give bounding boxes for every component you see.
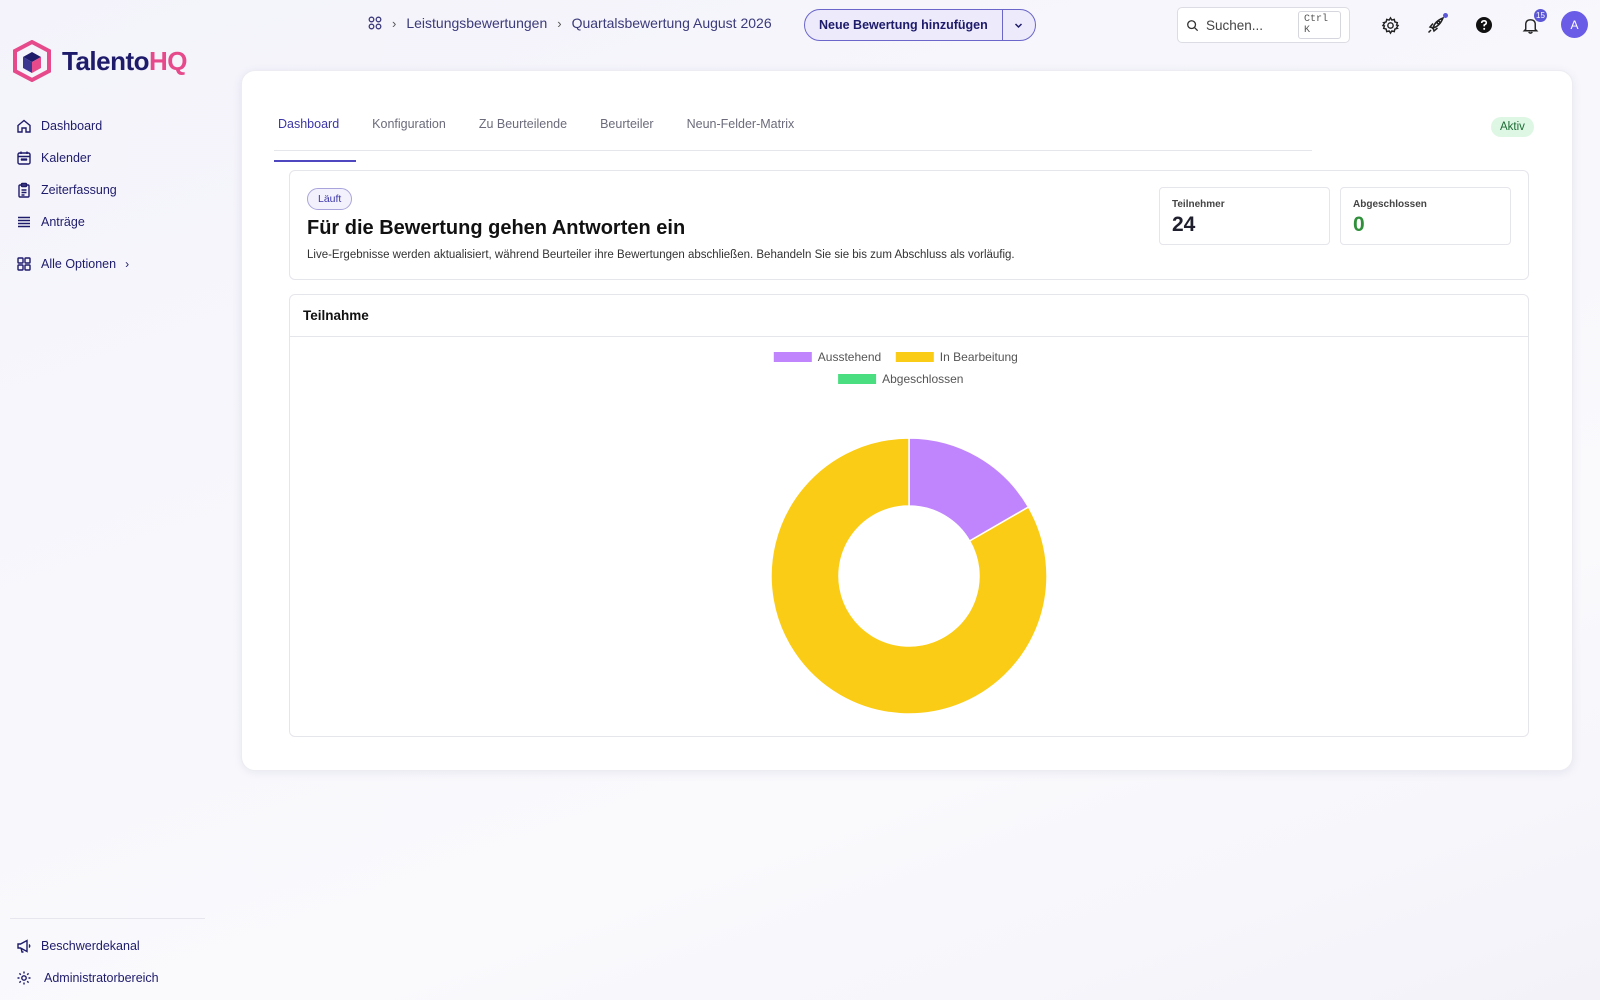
add-evaluation-split-button: Neue Bewertung hinzufügen: [804, 9, 1036, 41]
stat-label: Abgeschlossen: [1353, 199, 1427, 210]
grid-icon: [17, 257, 31, 271]
chevron-right-icon: ›: [125, 257, 130, 271]
help-button[interactable]: [1473, 14, 1495, 36]
summary-panel: Läuft Für die Bewertung gehen Antworten …: [289, 170, 1529, 280]
search-input[interactable]: [1205, 17, 1291, 33]
breadcrumb: › Leistungsbewertungen › Quartalsbewertu…: [368, 15, 772, 31]
legend-label: Abgeschlossen: [882, 372, 963, 386]
sidebar-item-zeiterfassung[interactable]: Zeiterfassung: [16, 174, 129, 206]
sidebar-item-administratorbereich[interactable]: Administratorbereich: [16, 962, 159, 994]
add-evaluation-button[interactable]: Neue Bewertung hinzufügen: [805, 10, 1002, 40]
summary-description: Live-Ergebnisse werden aktualisiert, wäh…: [307, 249, 1015, 261]
sidebar-divider: [10, 918, 205, 919]
rocket-badge: [1443, 13, 1448, 18]
sidebar-item-antraege[interactable]: Anträge: [16, 206, 129, 238]
notifications-button[interactable]: 15: [1519, 9, 1547, 36]
tab-zu-beurteilende[interactable]: Zu Beurteilende: [479, 109, 584, 150]
bottom-nav: Beschwerdekanal Administratorbereich: [16, 930, 159, 994]
status-badge: Aktiv: [1491, 117, 1534, 137]
legend-item[interactable]: In Bearbeitung: [895, 350, 1018, 364]
rocket-icon: [1427, 16, 1445, 34]
search-box[interactable]: Ctrl K: [1177, 7, 1350, 43]
settings-button[interactable]: [1379, 14, 1401, 36]
stack-icon: [18, 216, 30, 228]
chevron-down-icon: [1015, 22, 1023, 28]
add-evaluation-dropdown-button[interactable]: [1001, 10, 1035, 40]
sidebar-item-dashboard[interactable]: Dashboard: [16, 110, 129, 142]
sidebar-item-beschwerdekanal[interactable]: Beschwerdekanal: [16, 930, 159, 962]
megaphone-icon: [17, 939, 31, 953]
summary-title: Für die Bewertung gehen Antworten ein: [307, 217, 686, 239]
logo[interactable]: TalentoHQ: [12, 40, 188, 82]
main-nav: Dashboard Kalender Zeiterfassung Anträge…: [16, 110, 129, 280]
clipboard-icon: [18, 182, 30, 198]
stat-value: 0: [1353, 213, 1365, 236]
chart-card-title: Teilnahme: [290, 295, 1528, 337]
legend-label: In Bearbeitung: [940, 350, 1018, 364]
gear-icon: [1381, 16, 1399, 34]
legend-item[interactable]: Abgeschlossen: [838, 372, 963, 386]
breadcrumb-separator-icon: ›: [392, 15, 397, 31]
stat-participants: Teilnehmer 24: [1159, 187, 1330, 245]
avatar[interactable]: A: [1561, 11, 1588, 38]
tab-beurteiler[interactable]: Beurteiler: [600, 109, 671, 150]
home-icon: [17, 119, 31, 133]
legend-swatch: [895, 352, 934, 362]
calendar-icon: [17, 151, 31, 165]
legend-swatch: [838, 374, 877, 384]
sidebar-item-kalender[interactable]: Kalender: [16, 142, 129, 174]
search-icon: [1187, 19, 1199, 31]
tab-konfiguration[interactable]: Konfiguration: [372, 109, 463, 150]
rocket-button[interactable]: [1425, 13, 1448, 36]
main-card: Dashboard Konfiguration Zu Beurteilende …: [241, 70, 1573, 771]
participation-donut-chart: Ausstehend In Bearbeitung Abgeschlossen: [770, 350, 1048, 715]
participation-card: Teilnahme Ausstehend In Bearbeitung Abgesc…: [289, 294, 1529, 737]
sidebar: TalentoHQ Dashboard Kalender Zeiterfassu…: [0, 0, 210, 1000]
tab-bar: Dashboard Konfiguration Zu Beurteilende …: [274, 109, 1312, 162]
stat-label: Teilnehmer: [1172, 199, 1225, 210]
tab-neun-felder-matrix[interactable]: Neun-Felder-Matrix: [687, 109, 812, 150]
cube-logo-icon: [13, 40, 51, 82]
running-badge: Läuft: [307, 188, 353, 210]
legend-item[interactable]: Ausstehend: [773, 350, 881, 364]
apps-icon[interactable]: [368, 16, 382, 30]
breadcrumb-current[interactable]: Quartalsbewertung August 2026: [572, 15, 772, 31]
search-shortcut: Ctrl K: [1297, 11, 1341, 39]
brand-name: TalentoHQ: [62, 45, 188, 76]
breadcrumb-item[interactable]: Leistungsbewertungen: [406, 15, 547, 31]
stat-value: 24: [1172, 213, 1196, 236]
help-icon: [1476, 17, 1492, 33]
legend-label: Ausstehend: [818, 350, 881, 364]
stat-completed: Abgeschlossen 0: [1340, 187, 1511, 245]
sidebar-item-all-options[interactable]: Alle Optionen ›: [16, 248, 129, 280]
notifications-badge: 15: [1534, 9, 1547, 22]
gear-icon: [17, 971, 31, 985]
legend-swatch: [773, 352, 812, 362]
breadcrumb-separator-icon: ›: [557, 15, 562, 31]
tab-dashboard[interactable]: Dashboard: [274, 109, 357, 162]
